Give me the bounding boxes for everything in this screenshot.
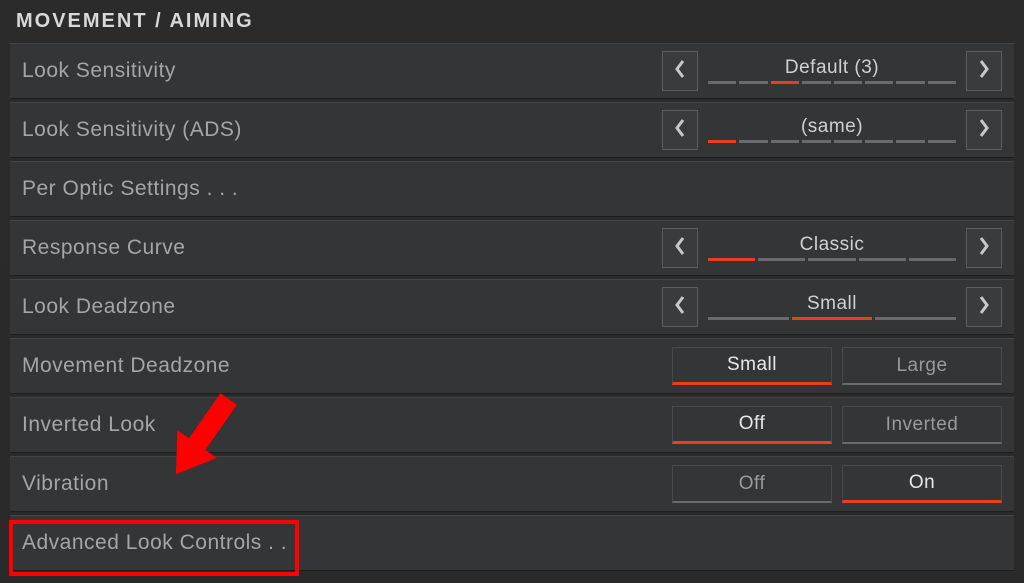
segment (834, 140, 862, 143)
prev-button[interactable] (662, 110, 698, 150)
value-response-curve: Classic (704, 228, 960, 268)
chevron-right-icon (977, 236, 991, 261)
segments (704, 81, 960, 84)
next-button[interactable] (966, 110, 1002, 150)
segments (704, 258, 960, 261)
value-look-sensitivity: Default (3) (704, 51, 960, 91)
prev-button[interactable] (662, 287, 698, 327)
label-per-optic: Per Optic Settings . . . (22, 177, 238, 201)
prev-button[interactable] (662, 228, 698, 268)
value-look-deadzone: Small (704, 287, 960, 327)
segment (928, 140, 956, 143)
segment (792, 317, 873, 320)
segment (865, 81, 893, 84)
row-look-deadzone: Look Deadzone Small (10, 279, 1014, 335)
controls-response-curve: Classic (662, 228, 1002, 268)
prev-button[interactable] (662, 51, 698, 91)
next-button[interactable] (966, 51, 1002, 91)
chevron-left-icon (673, 59, 687, 84)
segment (708, 140, 736, 143)
value-look-sensitivity-ads: (same) (704, 110, 960, 150)
settings-rows: Look Sensitivity Default (3) Look Sensit… (10, 43, 1014, 571)
segment (739, 140, 767, 143)
toggle-option[interactable]: Off (672, 406, 832, 444)
toggle-option[interactable]: Inverted (842, 406, 1002, 444)
value-text: Small (807, 294, 857, 313)
row-response-curve: Response Curve Classic (10, 220, 1014, 276)
value-text: Default (3) (785, 58, 879, 77)
toggle-option[interactable]: Off (672, 465, 832, 503)
row-advanced-look-controls[interactable]: Advanced Look Controls . . . (10, 515, 1014, 571)
chevron-left-icon (673, 118, 687, 143)
toggle-inverted-look: Off Inverted (672, 406, 1002, 444)
segment (771, 140, 799, 143)
segment (758, 258, 805, 261)
settings-panel: MOVEMENT / AIMING Look Sensitivity Defau… (0, 0, 1024, 583)
chevron-right-icon (977, 59, 991, 84)
row-movement-deadzone: Movement Deadzone Small Large (10, 338, 1014, 394)
segment (708, 317, 789, 320)
label-advanced-look: Advanced Look Controls . . . (22, 531, 300, 555)
label-movement-deadzone: Movement Deadzone (22, 354, 230, 378)
segment (834, 81, 862, 84)
controls-look-deadzone: Small (662, 287, 1002, 327)
segment (802, 81, 830, 84)
row-look-sensitivity: Look Sensitivity Default (3) (10, 43, 1014, 99)
next-button[interactable] (966, 287, 1002, 327)
chevron-left-icon (673, 236, 687, 261)
label-look-deadzone: Look Deadzone (22, 295, 176, 319)
section-title: MOVEMENT / AIMING (10, 10, 1014, 43)
chevron-left-icon (673, 295, 687, 320)
segments (704, 317, 960, 320)
segment (928, 81, 956, 84)
segments (704, 140, 960, 143)
segment (896, 140, 924, 143)
label-vibration: Vibration (22, 472, 109, 496)
toggle-option[interactable]: On (842, 465, 1002, 503)
value-text: Classic (800, 235, 865, 254)
segment (802, 140, 830, 143)
row-per-optic-settings[interactable]: Per Optic Settings . . . (10, 161, 1014, 217)
segment (708, 81, 736, 84)
toggle-option[interactable]: Large (842, 347, 1002, 385)
controls-look-sensitivity-ads: (same) (662, 110, 1002, 150)
segment (739, 81, 767, 84)
toggle-option[interactable]: Small (672, 347, 832, 385)
chevron-right-icon (977, 295, 991, 320)
segment (909, 258, 956, 261)
segment (865, 140, 893, 143)
label-response-curve: Response Curve (22, 236, 185, 260)
label-look-sensitivity: Look Sensitivity (22, 59, 176, 83)
segment (771, 81, 799, 84)
chevron-right-icon (977, 118, 991, 143)
controls-look-sensitivity: Default (3) (662, 51, 1002, 91)
next-button[interactable] (966, 228, 1002, 268)
segment (708, 258, 755, 261)
label-inverted-look: Inverted Look (22, 413, 156, 437)
row-look-sensitivity-ads: Look Sensitivity (ADS) (same) (10, 102, 1014, 158)
segment (808, 258, 855, 261)
segment (875, 317, 956, 320)
toggle-vibration: Off On (672, 465, 1002, 503)
toggle-movement-deadzone: Small Large (672, 347, 1002, 385)
label-look-sensitivity-ads: Look Sensitivity (ADS) (22, 118, 242, 142)
segment (859, 258, 906, 261)
value-text: (same) (801, 117, 863, 136)
row-vibration: Vibration Off On (10, 456, 1014, 512)
row-inverted-look: Inverted Look Off Inverted (10, 397, 1014, 453)
segment (896, 81, 924, 84)
